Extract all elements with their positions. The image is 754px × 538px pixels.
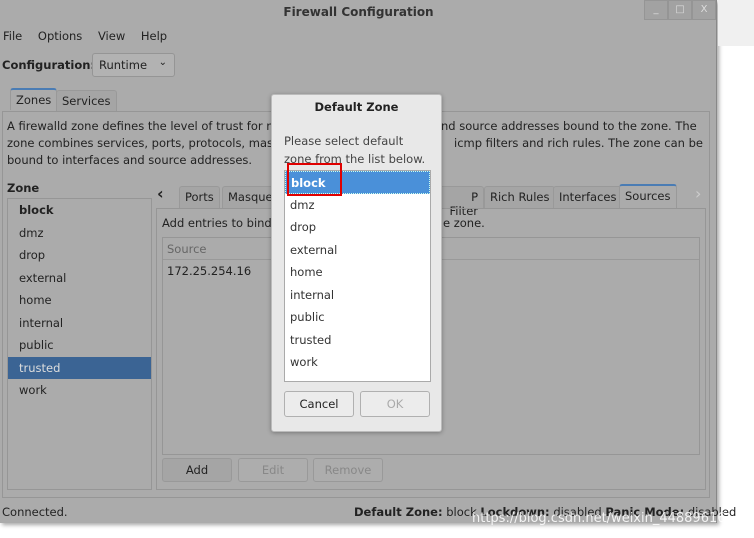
dialog-zone-internal[interactable]: internal (285, 284, 430, 307)
watermark: https://blog.csdn.net/weixin_44889616 (472, 511, 726, 526)
tabs-scroll-right-icon[interactable]: › (695, 184, 701, 203)
dialog-zone-home[interactable]: home (285, 261, 430, 284)
zone-item-internal[interactable]: internal (8, 312, 151, 335)
cancel-button[interactable]: Cancel (284, 391, 354, 417)
remove-button[interactable]: Remove (313, 458, 383, 482)
configuration-select[interactable]: Runtime ⌄ (92, 53, 175, 77)
zone-item-external[interactable]: external (8, 267, 151, 290)
zone-item-public[interactable]: public (8, 334, 151, 357)
window-title: Firewall Configuration (283, 5, 434, 19)
configuration-label: Configuration: (2, 58, 96, 72)
tab-services[interactable]: Services (56, 90, 117, 112)
tab-rich-rules[interactable]: Rich Rules (484, 186, 556, 208)
default-zone-dialog: Default Zone Please select default zone f… (271, 94, 442, 432)
chevron-down-icon: ⌄ (158, 57, 167, 68)
dialog-zone-external[interactable]: external (285, 239, 430, 262)
tab-zones[interactable]: Zones (10, 88, 58, 110)
menu-bar: File Options View Help (3, 29, 179, 43)
dialog-zone-work[interactable]: work (285, 351, 430, 374)
zone-header: Zone (7, 181, 40, 195)
menu-view[interactable]: View (98, 29, 125, 43)
sources-hint: Add entries to bind s (162, 216, 282, 230)
tab-icmp-filter[interactable]: P Filter (436, 186, 484, 218)
menu-file[interactable]: File (3, 29, 22, 43)
maximize-button[interactable]: □ (668, 0, 692, 20)
dialog-zone-dmz[interactable]: dmz (285, 194, 430, 217)
minimize-button[interactable]: _ (644, 0, 668, 20)
dialog-zone-list[interactable]: block dmz drop external home internal pu… (284, 170, 431, 382)
zone-item-drop[interactable]: drop (8, 244, 151, 267)
close-button[interactable]: X (692, 0, 716, 20)
zone-item-work[interactable]: work (8, 379, 151, 402)
dialog-title: Default Zone (314, 100, 399, 114)
menu-options[interactable]: Options (38, 29, 82, 43)
edit-button[interactable]: Edit (238, 458, 308, 482)
status-connected: Connected. (2, 505, 68, 519)
zone-list[interactable]: block dmz drop external home internal pu… (7, 198, 152, 490)
tabs-scroll-left-icon[interactable]: ‹ (157, 184, 164, 203)
menu-help[interactable]: Help (141, 29, 167, 43)
highlight-box (287, 163, 342, 196)
tab-sources[interactable]: Sources (619, 184, 677, 208)
tab-ports[interactable]: Ports (179, 186, 220, 208)
zone-item-home[interactable]: home (8, 289, 151, 312)
ok-button[interactable]: OK (360, 391, 430, 417)
dialog-zone-drop[interactable]: drop (285, 216, 430, 239)
zone-item-trusted[interactable]: trusted (8, 356, 151, 379)
sources-hint-end: e zone. (443, 216, 485, 230)
configuration-value: Runtime (99, 58, 148, 72)
background-strip (718, 0, 754, 46)
zone-item-block[interactable]: block (8, 199, 151, 222)
zone-item-dmz[interactable]: dmz (8, 222, 151, 245)
dialog-zone-public[interactable]: public (285, 306, 430, 329)
tab-interfaces[interactable]: Interfaces (553, 186, 623, 208)
add-button[interactable]: Add (162, 458, 232, 482)
dialog-zone-trusted[interactable]: trusted (285, 329, 430, 352)
